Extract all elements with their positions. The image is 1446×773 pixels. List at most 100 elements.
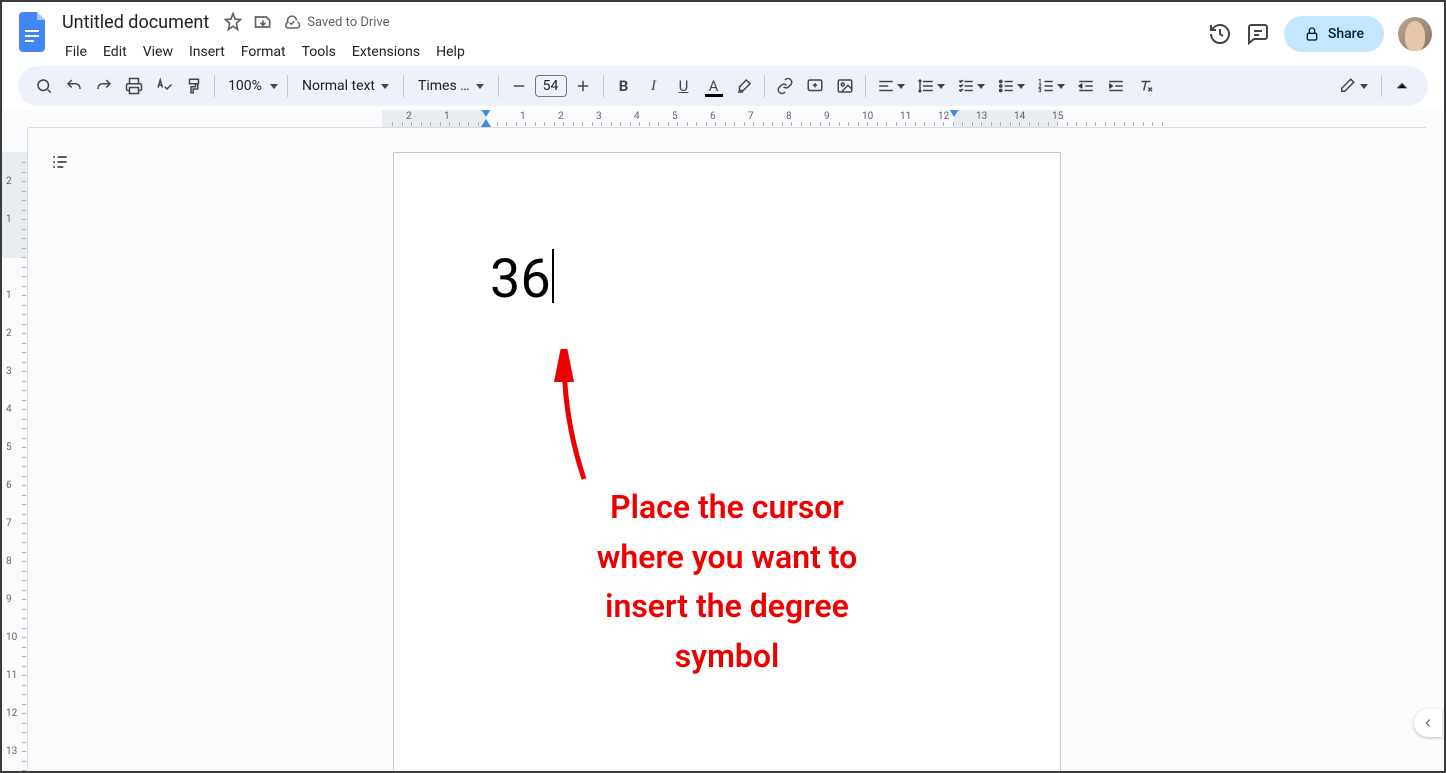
text-color-button[interactable]: A [700,72,728,100]
left-indent-marker[interactable] [481,119,491,127]
editing-mode-dropdown[interactable] [1331,72,1375,100]
chevron-down-icon [476,84,484,89]
insert-link-button[interactable] [771,72,799,100]
ruler-label: 7 [6,518,12,529]
doc-text-value: 36 [490,248,551,311]
numbered-list-dropdown[interactable]: 123 [1032,72,1070,100]
search-menus-button[interactable] [30,72,58,100]
ruler-label: 2 [406,111,412,122]
side-panel-toggle[interactable] [1414,709,1442,737]
ruler-label: 1 [6,290,12,301]
separator [498,75,499,97]
ruler-label: 8 [6,556,12,567]
font-dropdown[interactable]: Times … [410,72,492,100]
share-button[interactable]: Share [1284,16,1384,52]
zoom-value: 100% [224,78,266,94]
menu-view[interactable]: View [136,40,180,64]
document-title[interactable]: Untitled document [58,11,213,34]
ruler-label: 3 [6,366,12,377]
font-size-increase[interactable] [569,72,597,100]
ruler-label: 5 [672,111,678,122]
menu-help[interactable]: Help [429,40,472,64]
font-size-group [505,72,597,100]
ruler-margin-top [2,152,27,258]
comments-icon[interactable] [1246,22,1270,46]
app-header: Untitled document Saved to Drive File Ed… [2,2,1444,66]
highlight-button[interactable] [730,72,758,100]
first-line-indent-marker[interactable] [481,110,491,117]
ruler-label: 13 [976,111,987,122]
redo-button[interactable] [90,72,118,100]
share-label: Share [1328,26,1364,42]
right-indent-marker[interactable] [949,110,959,117]
bold-button[interactable]: B [610,72,638,100]
document-page[interactable]: 36 Place the cursor where you want to in… [393,152,1061,771]
history-icon[interactable] [1208,22,1232,46]
insert-comment-button[interactable] [801,72,829,100]
ruler-label: 6 [710,111,716,122]
menu-file[interactable]: File [58,40,94,64]
annotation-line: symbol [675,637,780,675]
title-row: Untitled document Saved to Drive [58,10,1208,34]
bulleted-list-dropdown[interactable] [992,72,1030,100]
horizontal-ruler[interactable]: 21123456789101112131415 [28,110,1426,128]
star-icon[interactable] [223,12,243,32]
menu-tools[interactable]: Tools [295,40,343,64]
page-container[interactable]: 36 Place the cursor where you want to in… [28,128,1426,771]
chevron-down-icon [1360,84,1368,89]
ruler-label: 6 [6,480,12,491]
menu-edit[interactable]: Edit [96,40,134,64]
menu-insert[interactable]: Insert [182,40,232,64]
ruler-label: 2 [6,328,12,339]
font-label: Times … [418,78,470,94]
ruler-label: 2 [6,176,12,187]
chevron-down-icon [381,84,389,89]
separator [287,75,288,97]
ruler-label: 9 [6,594,12,605]
indent-increase-button[interactable] [1102,72,1130,100]
separator [865,75,866,97]
account-avatar[interactable] [1398,17,1432,51]
clear-formatting-button[interactable] [1132,72,1160,100]
insert-image-button[interactable] [831,72,859,100]
ruler-label: 2 [558,111,564,122]
menu-format[interactable]: Format [234,40,293,64]
font-size-input[interactable] [535,75,567,97]
print-button[interactable] [120,72,148,100]
ruler-label: 1 [6,214,12,225]
toolbar-wrap: 100% Normal text Times … B I U A 123 [2,66,1444,106]
menu-extensions[interactable]: Extensions [345,40,427,64]
paint-format-button[interactable] [180,72,208,100]
zoom-dropdown[interactable]: 100% [221,72,281,100]
paragraph-style-dropdown[interactable]: Normal text [294,72,397,100]
spellcheck-button[interactable] [150,72,178,100]
checklist-dropdown[interactable] [952,72,990,100]
undo-button[interactable] [60,72,88,100]
separator [764,75,765,97]
line-spacing-dropdown[interactable] [912,72,950,100]
chevron-down-icon [897,84,905,89]
docs-logo[interactable] [14,12,54,52]
vertical-ruler[interactable]: 2112345678910111213 [2,128,28,771]
ruler-label: 12 [6,708,17,719]
align-dropdown[interactable] [872,72,910,100]
ruler-label: 15 [1052,111,1063,122]
ruler-label: 9 [824,111,830,122]
underline-button[interactable]: U [670,72,698,100]
italic-button[interactable]: I [640,72,668,100]
document-text[interactable]: 36 [490,249,554,311]
chevron-down-icon [1057,84,1065,89]
ruler-label: 1 [520,111,526,122]
indent-decrease-button[interactable] [1072,72,1100,100]
svg-text:3: 3 [1038,88,1041,94]
ruler-label: 12 [938,111,949,122]
save-status[interactable]: Saved to Drive [283,13,389,31]
ruler-label: 11 [6,670,17,681]
font-size-decrease[interactable] [505,72,533,100]
ruler-label: 13 [6,746,17,757]
editor-area: 21123456789101112131415 2112345678910111… [2,110,1444,771]
hide-menus-button[interactable] [1388,72,1416,100]
separator [603,75,604,97]
toolbar: 100% Normal text Times … B I U A 123 [18,66,1428,106]
move-icon[interactable] [253,12,273,32]
